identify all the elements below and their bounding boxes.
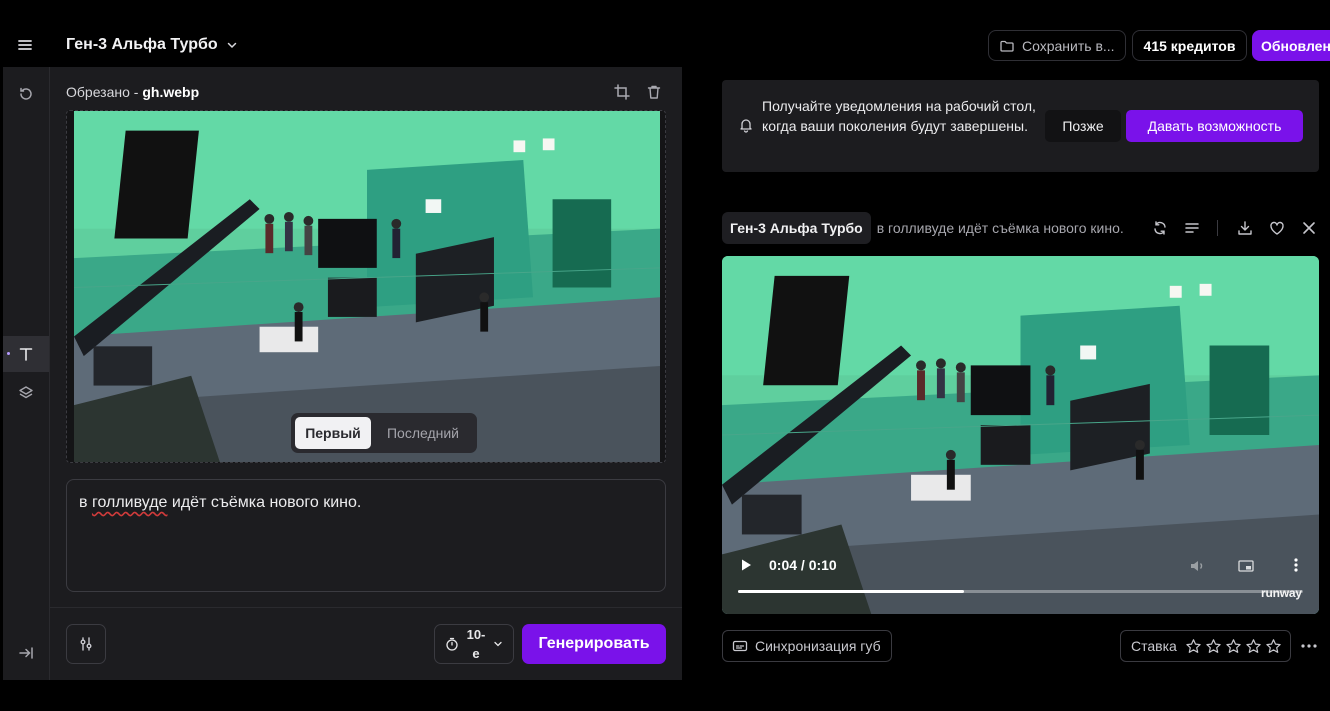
star-icon[interactable]	[1245, 638, 1262, 655]
play-icon[interactable]	[738, 557, 754, 573]
save-to-button[interactable]: Сохранить в...	[988, 30, 1126, 61]
input-image	[74, 111, 660, 462]
prompt-text-end: идёт съёмка нового кино.	[167, 494, 362, 511]
text-align-icon[interactable]	[1182, 218, 1202, 238]
stopwatch-icon	[445, 637, 459, 651]
notification-message: Получайте уведомления на рабочий стол, к…	[762, 98, 1036, 134]
generated-video-player[interactable]: 0:04 / 0:10 runway	[722, 256, 1319, 614]
rating-label: Ставка	[1131, 638, 1177, 654]
close-icon[interactable]	[1299, 218, 1319, 238]
settings-button[interactable]	[66, 624, 106, 664]
model-selector[interactable]: Ген-3 Альфа Турбо	[66, 35, 238, 55]
duration-selector[interactable]: 10-е	[434, 624, 514, 664]
video-watermark: runway	[1261, 586, 1302, 600]
star-icon[interactable]	[1185, 638, 1202, 655]
active-indicator	[7, 352, 10, 355]
prompt-text-start: в	[79, 494, 92, 511]
top-bar: Ген-3 Альфа Турбо Сохранить в... 415 кре…	[0, 0, 1330, 67]
collapse-panel-icon[interactable]	[3, 635, 49, 671]
text-icon[interactable]	[3, 336, 49, 372]
chevron-down-icon	[226, 39, 238, 51]
star-icon[interactable]	[1205, 638, 1222, 655]
history-icon[interactable]	[3, 76, 49, 112]
toolbar-separator	[1217, 220, 1218, 236]
frame-first-option[interactable]: Первый	[295, 417, 371, 449]
download-icon[interactable]	[1235, 218, 1255, 238]
rating-stars	[1185, 638, 1282, 655]
menu-icon[interactable]	[14, 34, 36, 56]
chevron-down-icon	[493, 639, 503, 649]
prompt-input[interactable]: в голливуде идёт съёмка нового кино.	[66, 479, 666, 592]
cropped-prefix: Обрезано -	[66, 84, 143, 100]
picture-in-picture-icon[interactable]	[1237, 557, 1255, 575]
left-rail	[3, 67, 50, 680]
file-name: gh.webp	[142, 84, 200, 100]
generation-header: Ген-3 Альфа Турбо в голливуде идёт съёмк…	[722, 212, 1124, 244]
allow-notifications-button[interactable]: Давать возможность	[1126, 110, 1303, 142]
volume-icon[interactable]	[1188, 557, 1206, 575]
generation-model-chip: Ген-3 Альфа Турбо	[722, 212, 871, 244]
divider	[50, 607, 682, 608]
credits-button[interactable]: 415 кредитов	[1132, 30, 1247, 61]
lip-sync-button[interactable]: Синхронизация губ	[722, 630, 892, 662]
rating-control: Ставка	[1120, 630, 1291, 662]
generate-button[interactable]: Генерировать	[522, 624, 666, 664]
frame-last-option[interactable]: Последний	[373, 417, 473, 449]
crop-icon[interactable]	[612, 82, 632, 102]
trash-icon[interactable]	[644, 82, 664, 102]
duration-label: 10-е	[466, 627, 486, 661]
video-time: 0:04 / 0:10	[769, 557, 837, 573]
model-selector-label: Ген-3 Альфа Турбо	[66, 36, 218, 53]
input-image-frame[interactable]: Первый Последний	[66, 110, 666, 463]
sliders-icon	[77, 635, 95, 653]
video-progress-fill	[738, 590, 964, 593]
editor-panel: Обрезано - gh.webp Первый Последний в го…	[50, 67, 682, 680]
generation-prompt: в голливуде идёт съёмка нового кино.	[876, 220, 1124, 236]
credits-label: 415 кредитов	[1143, 37, 1236, 54]
more-horizontal-icon[interactable]	[1299, 636, 1319, 656]
star-icon[interactable]	[1225, 638, 1242, 655]
star-icon[interactable]	[1265, 638, 1282, 655]
folder-icon	[999, 38, 1015, 54]
refresh-icon[interactable]	[1150, 218, 1170, 238]
upgrade-label: Обновлен	[1261, 37, 1330, 54]
save-to-label: Сохранить в...	[1022, 37, 1115, 54]
bell-icon	[738, 117, 754, 133]
later-button[interactable]: Позже	[1045, 110, 1121, 142]
captions-icon	[732, 638, 748, 654]
video-progress-track[interactable]	[738, 590, 1303, 593]
heart-icon[interactable]	[1267, 218, 1287, 238]
frame-position-toggle: Первый Последний	[291, 413, 477, 453]
prompt-misspelled-word: голливуде	[91, 494, 168, 511]
desktop-notification-banner: Получайте уведомления на рабочий стол, к…	[722, 80, 1319, 172]
cropped-file-label: Обрезано - gh.webp	[66, 84, 199, 100]
layers-icon[interactable]	[3, 375, 49, 411]
more-vertical-icon[interactable]	[1288, 556, 1304, 574]
lip-sync-label: Синхронизация губ	[755, 638, 881, 654]
upgrade-button[interactable]: Обновлен	[1252, 30, 1330, 61]
